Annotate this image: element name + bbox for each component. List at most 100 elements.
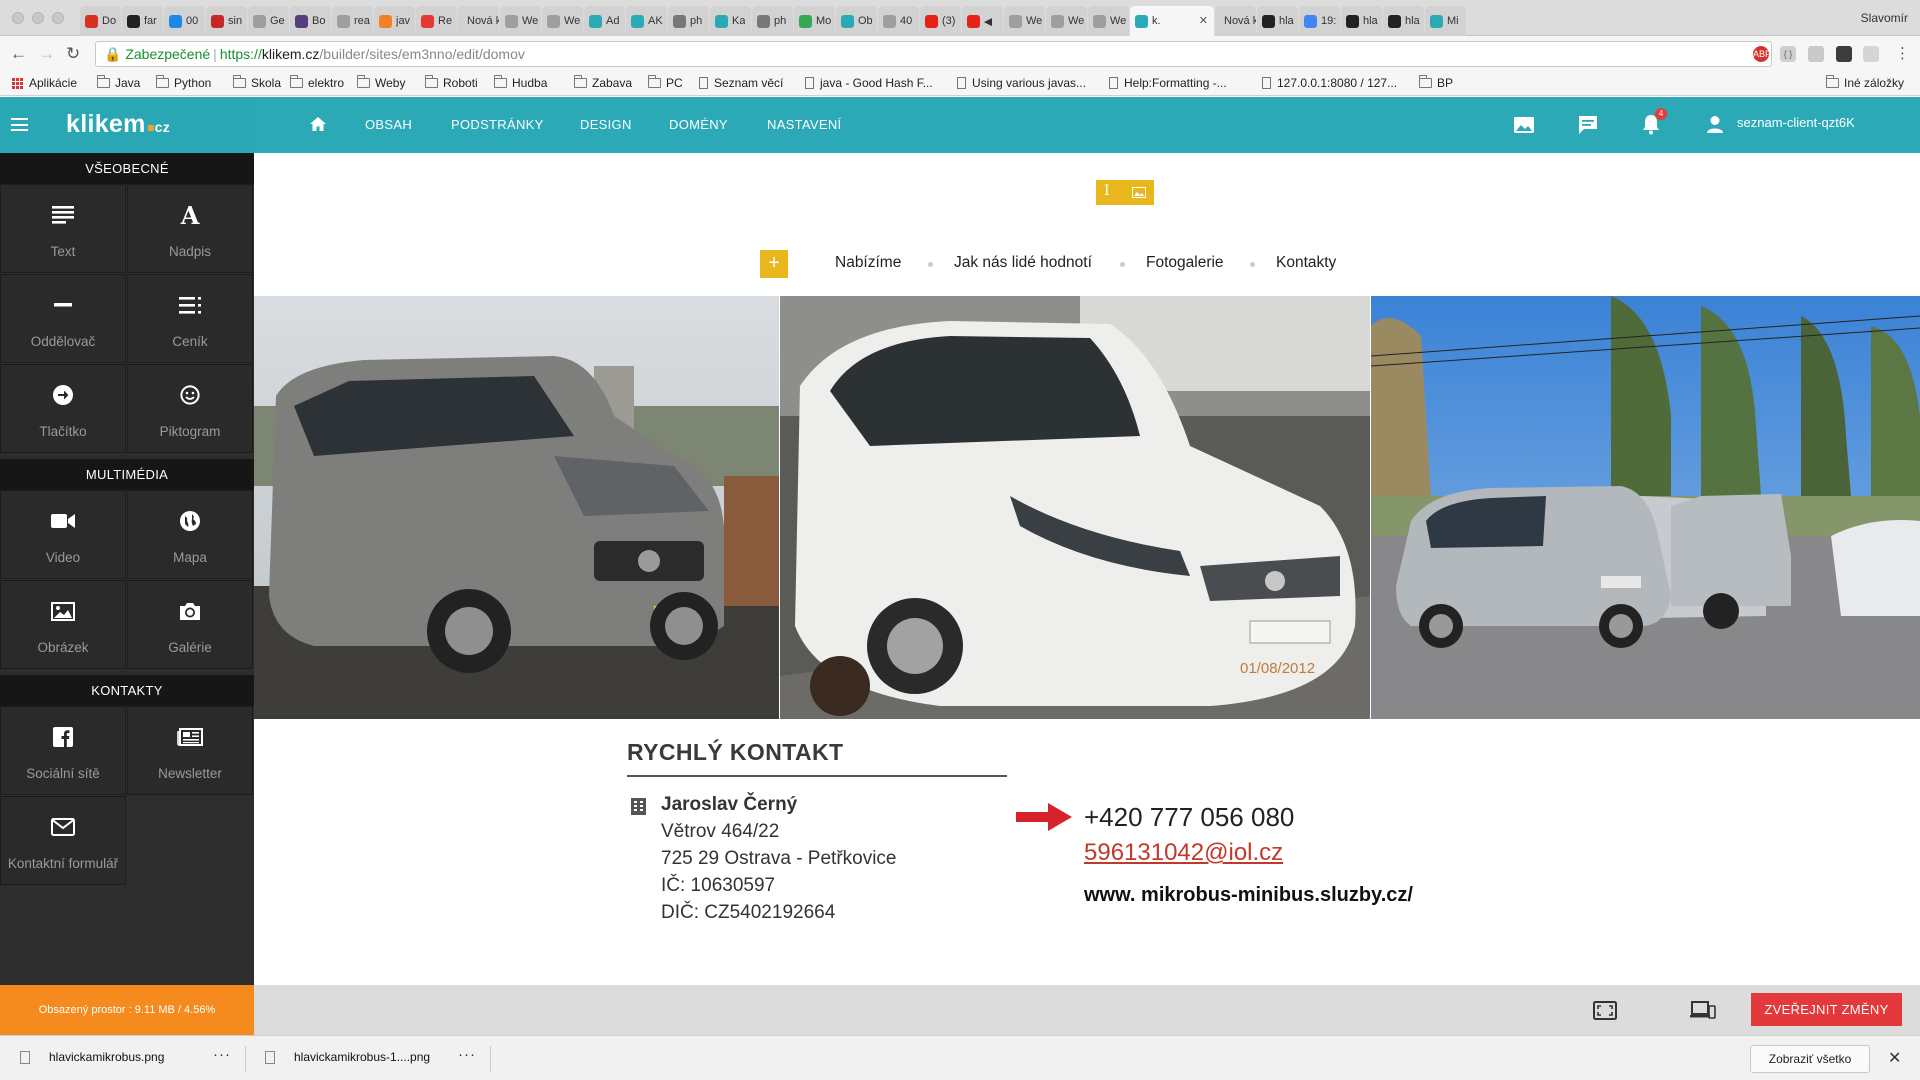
tab-close-icon[interactable]: ✕ xyxy=(1199,14,1208,27)
browser-tab[interactable]: ◀ xyxy=(962,6,1003,36)
publish-changes-button[interactable]: ZVEŘEJNIT ZMĚNY xyxy=(1751,993,1902,1026)
adblock-icon[interactable]: ABP xyxy=(1753,46,1771,62)
contact-web[interactable]: www. mikrobus-minibus.sluzby.cz/ xyxy=(1084,884,1413,907)
contact-email[interactable]: 596131042@iol.cz xyxy=(1084,839,1283,867)
browser-tab[interactable]: Ka xyxy=(710,6,751,36)
widget-mapa[interactable]: Mapa xyxy=(127,490,253,579)
browser-tab[interactable]: Bo xyxy=(290,6,331,36)
widget-cenik[interactable]: Ceník xyxy=(127,274,253,363)
header-image-icon[interactable] xyxy=(1132,187,1146,198)
klikem-logo[interactable]: klikem cz xyxy=(66,110,170,139)
bookmark-item[interactable]: Skola xyxy=(233,75,281,90)
widget-nadpis[interactable]: A Nadpis xyxy=(127,184,253,273)
browser-tab[interactable]: ph xyxy=(752,6,793,36)
browser-tab[interactable]: We xyxy=(542,6,583,36)
browser-tab[interactable]: 19: xyxy=(1299,6,1340,36)
browser-tab[interactable]: We xyxy=(1088,6,1129,36)
widget-galerie[interactable]: Galérie xyxy=(127,580,253,669)
browser-tab[interactable]: We xyxy=(1046,6,1087,36)
forward-icon[interactable]: → xyxy=(38,45,55,63)
browser-tab[interactable]: Nová k xyxy=(1215,6,1256,36)
site-nav-kontakty[interactable]: Kontakty xyxy=(1276,254,1336,272)
bookmark-item[interactable]: 127.0.0.1:8080 / 127... xyxy=(1262,76,1397,90)
bookmark-item[interactable]: java - Good Hash F... xyxy=(805,76,933,90)
image-gallery-icon[interactable] xyxy=(1513,116,1535,134)
window-minimize-button[interactable] xyxy=(32,12,44,24)
menu-icon[interactable] xyxy=(11,118,28,131)
browser-tab[interactable]: Ob xyxy=(836,6,877,36)
browser-tab[interactable]: Nová k xyxy=(458,6,499,36)
bookmark-item[interactable]: PC xyxy=(648,75,683,90)
back-icon[interactable]: ← xyxy=(10,45,27,63)
widget-kontaktni-formular[interactable]: Kontaktní formulář xyxy=(0,796,126,885)
show-all-downloads-button[interactable]: Zobraziť všetko xyxy=(1750,1045,1870,1073)
nav-obsah[interactable]: OBSAH xyxy=(365,117,412,132)
bookmark-item[interactable]: Zabava xyxy=(574,75,632,90)
photo-vans-lot[interactable] xyxy=(1371,296,1920,719)
chat-icon[interactable] xyxy=(1577,115,1599,135)
screenshot-extension-icon[interactable] xyxy=(1863,46,1879,62)
bookmark-item[interactable]: Aplikácie xyxy=(12,76,77,90)
browser-tab[interactable]: We xyxy=(500,6,541,36)
download-item[interactable]: hlavickamikrobus.png xyxy=(20,1050,164,1064)
download-options-icon[interactable]: ··· xyxy=(458,1046,476,1063)
browser-tab[interactable]: hla xyxy=(1383,6,1424,36)
address-bar[interactable]: 🔒 Zabezpečené | https://klikem.cz/builder/… xyxy=(95,41,1772,67)
browser-tab[interactable]: 40 xyxy=(878,6,919,36)
bookmark-item[interactable]: Java xyxy=(97,75,140,90)
json-extension-icon[interactable]: { } xyxy=(1780,46,1796,62)
browser-tab[interactable]: We xyxy=(1004,6,1045,36)
photo-minivan[interactable] xyxy=(254,296,779,719)
devtools-extension-icon[interactable] xyxy=(1836,46,1852,62)
browser-tab[interactable]: Mo xyxy=(794,6,835,36)
download-item[interactable]: hlavickamikrobus-1....png xyxy=(265,1050,430,1064)
widget-newsletter[interactable]: Newsletter xyxy=(127,706,253,795)
browser-tab[interactable]: 00 xyxy=(164,6,205,36)
add-menu-item-button[interactable]: + xyxy=(760,250,788,278)
browser-tab[interactable]: hla xyxy=(1257,6,1298,36)
widget-video[interactable]: Video xyxy=(0,490,126,579)
nav-nastaveni[interactable]: NASTAVENÍ xyxy=(767,117,841,132)
browser-tab[interactable]: Ad xyxy=(584,6,625,36)
site-nav-hodnoceni[interactable]: Jak nás lidé hodnotí xyxy=(954,254,1092,272)
widget-oddelovac[interactable]: Oddělovač xyxy=(0,274,126,363)
browser-tab[interactable]: rea xyxy=(332,6,373,36)
browser-tab[interactable]: Re xyxy=(416,6,457,36)
bookmark-item[interactable]: Using various javas... xyxy=(957,76,1086,90)
bookmark-item[interactable]: Help:Formatting -... xyxy=(1109,76,1227,90)
widget-piktogram[interactable]: Piktogram xyxy=(127,364,253,453)
contact-phone[interactable]: +420 777 056 080 xyxy=(1084,802,1294,833)
bookmark-item[interactable]: Weby xyxy=(357,75,405,90)
bookmark-item[interactable]: Hudba xyxy=(494,75,547,90)
browser-tab[interactable]: Do xyxy=(80,6,121,36)
browser-tab[interactable]: hla xyxy=(1341,6,1382,36)
bookmark-item[interactable]: BP xyxy=(1419,75,1453,90)
window-close-button[interactable] xyxy=(12,12,24,24)
browser-tab[interactable]: Ge xyxy=(248,6,289,36)
user-icon[interactable] xyxy=(1706,115,1724,134)
browser-tab[interactable]: sin xyxy=(206,6,247,36)
browser-tab[interactable]: ph xyxy=(668,6,709,36)
responsive-preview-icon[interactable] xyxy=(1690,1001,1716,1020)
fullscreen-preview-icon[interactable] xyxy=(1593,1001,1617,1020)
close-icon[interactable]: ✕ xyxy=(1888,1048,1901,1068)
download-options-icon[interactable]: ··· xyxy=(213,1046,231,1063)
browser-tab[interactable]: AK xyxy=(626,6,667,36)
bookmark-item[interactable]: Roboti xyxy=(425,75,478,90)
text-cursor-icon[interactable]: I xyxy=(1104,183,1110,199)
nav-podstranky[interactable]: PODSTRÁNKY xyxy=(451,117,544,132)
widget-obrazek[interactable]: Obrázek xyxy=(0,580,126,669)
browser-tab[interactable]: jav xyxy=(374,6,415,36)
browser-tab[interactable]: Mi xyxy=(1425,6,1466,36)
photo-sedan[interactable]: 01/08/2012 xyxy=(780,296,1370,719)
home-icon[interactable] xyxy=(309,116,327,132)
window-zoom-button[interactable] xyxy=(52,12,64,24)
browser-tab[interactable]: k. ✕ xyxy=(1130,6,1214,36)
browser-tab[interactable]: far xyxy=(122,6,163,36)
widget-socialni-site[interactable]: Sociální sítě xyxy=(0,706,126,795)
browser-menu-icon[interactable]: ⋮ xyxy=(1895,45,1910,63)
profile-name[interactable]: Slavomír xyxy=(1861,11,1908,25)
bookmark-item[interactable]: Python xyxy=(156,75,211,90)
reload-icon[interactable]: ↻ xyxy=(66,45,80,63)
nav-design[interactable]: DESIGN xyxy=(580,117,632,132)
